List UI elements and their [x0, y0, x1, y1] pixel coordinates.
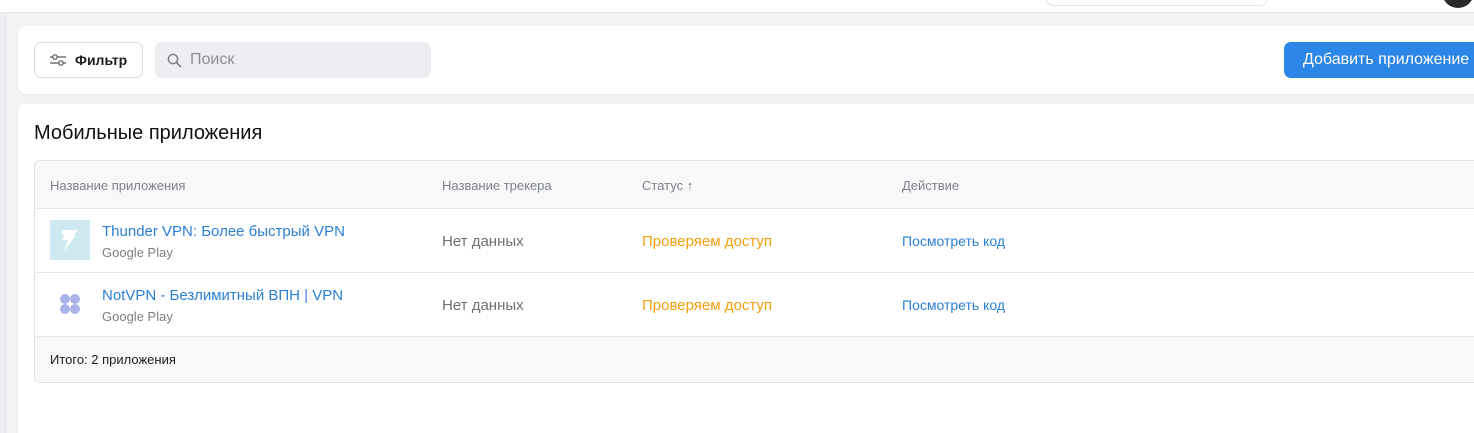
search-input[interactable]	[190, 51, 410, 69]
apps-table: Название приложения Название трекера Ста…	[34, 160, 1474, 383]
status-text: Проверяем доступ	[642, 233, 772, 250]
app-name-link[interactable]: NotVPN - Безлимитный ВПН | VPN	[102, 287, 343, 304]
search-box[interactable]	[155, 42, 431, 78]
filter-button[interactable]: Фильтр	[34, 42, 143, 78]
top-header	[0, 0, 1474, 13]
table-footer: Итого: 2 приложения	[35, 337, 1474, 382]
status-text: Проверяем доступ	[642, 297, 772, 314]
apps-card: Мобильные приложения Название приложения…	[18, 104, 1474, 433]
page: Фильтр Добавить приложение Мобильные при…	[0, 0, 1474, 433]
table-header: Название приложения Название трекера Ста…	[35, 161, 1474, 209]
page-title: Мобильные приложения	[34, 122, 263, 144]
column-header-app-name[interactable]: Название приложения	[50, 178, 185, 193]
avatar[interactable]	[1442, 0, 1474, 8]
view-code-link[interactable]: Посмотреть код	[902, 297, 1005, 313]
toolbar: Фильтр Добавить приложение	[18, 26, 1474, 94]
column-header-status[interactable]: Статус ↑	[642, 178, 693, 193]
left-sidebar-edge	[0, 13, 6, 433]
column-header-tracker[interactable]: Название трекера	[442, 178, 552, 193]
top-search-field[interactable]	[1046, 0, 1268, 6]
filter-button-label: Фильтр	[75, 52, 128, 68]
app-name-link[interactable]: Thunder VPN: Более быстрый VPN	[102, 223, 345, 240]
thunder-vpn-icon	[50, 220, 90, 260]
sliders-icon	[50, 54, 66, 66]
total-count: Итого: 2 приложения	[50, 352, 176, 367]
view-code-link[interactable]: Посмотреть код	[902, 233, 1005, 249]
search-icon	[167, 53, 182, 67]
app-store-label: Google Play	[102, 245, 173, 260]
add-app-button-label: Добавить приложение	[1303, 51, 1470, 68]
table-row: NotVPN - Безлимитный ВПН | VPN Google Pl…	[35, 273, 1474, 337]
notvpn-icon	[50, 284, 90, 324]
app-store-label: Google Play	[102, 309, 173, 324]
tracker-name: Нет данных	[442, 233, 524, 250]
tracker-name: Нет данных	[442, 297, 524, 314]
column-header-action: Действие	[902, 178, 960, 193]
table-row: Thunder VPN: Более быстрый VPN Google Pl…	[35, 209, 1474, 273]
add-app-button[interactable]: Добавить приложение	[1284, 42, 1474, 78]
